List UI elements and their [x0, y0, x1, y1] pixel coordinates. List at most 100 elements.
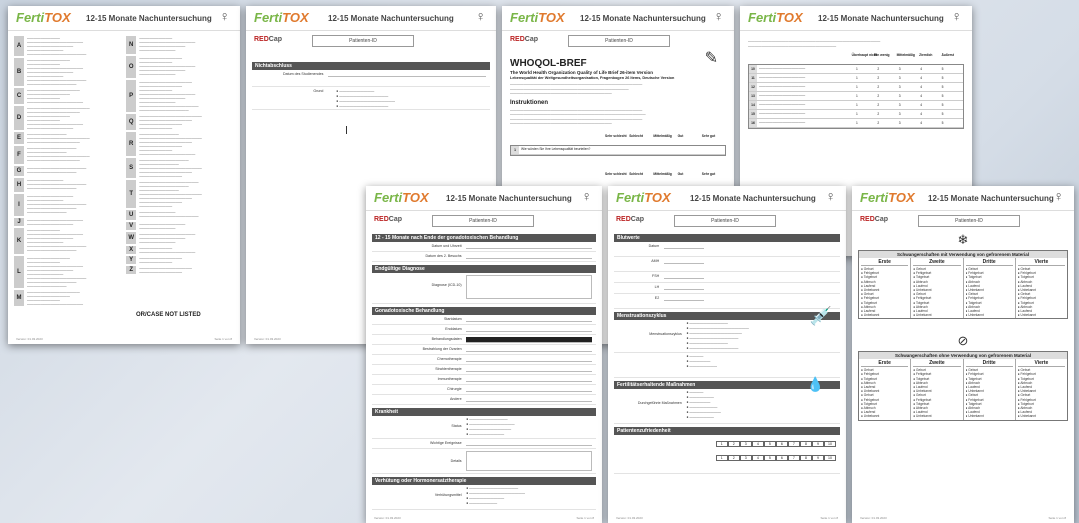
question-row[interactable]: 15 —————————————— 1 2 3 4 5 [749, 110, 963, 119]
pregnancy-option[interactable]: ● Unbekannt [913, 414, 960, 418]
code-description: ————————————————————————————————————————… [139, 80, 199, 112]
patient-id-field[interactable]: Patienten-ID [432, 215, 534, 227]
row-lh[interactable]: LH [614, 283, 840, 294]
pregnancy-option[interactable]: ● Unbekannt [1018, 313, 1065, 317]
scale-box[interactable]: 6 [775, 455, 788, 461]
row-details[interactable]: Details [372, 449, 596, 474]
pregnancy-columns: Erste ● Geburt ● Fehlgeburt ● Totgeburt ● Ab… [859, 258, 1067, 319]
scale-box[interactable]: 2 [727, 455, 740, 461]
rating-value: 5 [941, 121, 944, 125]
scale-label: Mittelmäßig [653, 171, 672, 176]
redcap-logo: REDCap [860, 216, 889, 223]
patient-id-field[interactable]: Patienten-ID [568, 35, 670, 47]
intro-paragraph: ——————————————————————————————————————— —… [748, 39, 881, 48]
rating-value: 2 [877, 103, 880, 107]
pregnancy-column: Zweite ● Geburt ● Fehlgeburt ● Totgeburt ● A… [911, 258, 964, 319]
row-diagnosis[interactable]: Diagnose (ICD-10) [372, 273, 596, 304]
case-not-listed: OR/CASE NOT LISTED [136, 312, 201, 318]
row-contraceptive[interactable]: Verhütungsmittel ● —————————————— ● —————… [372, 485, 596, 510]
venus-icon: ♀ [951, 8, 963, 24]
rating-value: 2 [877, 94, 880, 98]
code-letter: X [126, 246, 137, 254]
fertitox-logo: FertiTOX [510, 10, 565, 25]
scale-label: Sehr gut [701, 133, 716, 138]
row-measures[interactable]: Durchgeführte Maßnahmen ● ———— ● ——————— ●… [614, 389, 840, 424]
scale-label: Ziemlich [919, 53, 933, 57]
scale-box[interactable]: 3 [739, 455, 752, 461]
scale-box[interactable]: 7 [787, 441, 800, 447]
page-footer: Version: 01.03.2023Seite 1 von 8 [860, 516, 1066, 520]
scale-box[interactable]: 6 [775, 441, 788, 447]
question-row[interactable]: 13 —————————————— 1 2 3 4 5 [749, 92, 963, 101]
pregnancy-option[interactable]: ● Unbekannt [1018, 414, 1065, 418]
question-row[interactable]: 10 —————————————— 1 2 3 4 5 [749, 65, 963, 74]
scale-box[interactable]: 10 [823, 455, 836, 461]
pregnancy-column: Dritte ● Geburt ● Fehlgeburt ● Totgeburt ● A… [964, 258, 1016, 319]
row-amh[interactable]: AMH [614, 257, 840, 272]
scale-box[interactable]: 8 [799, 455, 812, 461]
code-letter: M [14, 290, 24, 306]
rating-value: 5 [941, 103, 944, 107]
redcap-bar: REDCap Patienten-ID [372, 215, 596, 228]
pregnancy-option[interactable]: ● Unbekannt [966, 414, 1013, 418]
row-end-date[interactable]: Enddatum [372, 325, 596, 335]
page-code-list: FertiTOX 12-15 Monate Nachuntersuchung ♀… [8, 6, 240, 344]
scale-box[interactable]: 3 [739, 441, 752, 447]
scale-box[interactable]: 9 [811, 455, 824, 461]
pregnancy-option[interactable]: ● Unbekannt [861, 414, 908, 418]
row-start-date[interactable]: Startdatum [372, 315, 596, 325]
scale-box[interactable]: 5 [763, 441, 776, 447]
row-e2[interactable]: E2 [614, 294, 840, 309]
row-chemo[interactable]: Chemotherapie [372, 355, 596, 365]
scale-box[interactable]: 1 [715, 455, 728, 461]
pregnancy-option[interactable]: ● Unbekannt [913, 313, 960, 317]
scale-box[interactable]: 4 [751, 441, 764, 447]
row-satisfaction[interactable]: 1 2 3 4 5 6 7 8 9 10 1 2 3 4 5 6 7 8 9 10 [614, 435, 840, 474]
code-description: ————————————————————————————————————————… [139, 56, 196, 76]
patient-id-field[interactable]: Patienten-ID [312, 35, 414, 47]
row-ovary-radiation[interactable]: Bestrahlung der Ovarien [372, 345, 596, 355]
row-cycle-days[interactable]: ● ———— ● —————— ● ———————— [614, 353, 840, 378]
scale-box[interactable]: 4 [751, 455, 764, 461]
question-row[interactable]: 14 —————————————— 1 2 3 4 5 [749, 101, 963, 110]
patient-id-field[interactable]: Patienten-ID [918, 215, 1020, 227]
row-radiation[interactable]: Strahlentherapie [372, 365, 596, 375]
code-column-left: A —————————— ————————————————— ————————————… [14, 36, 122, 338]
row-status[interactable]: Status ● ——————————— ● ————————————— ● ———… [372, 416, 596, 439]
row-immuno[interactable]: Immuntherapie [372, 375, 596, 385]
scale-box[interactable]: 7 [787, 455, 800, 461]
rating-value: 4 [920, 76, 923, 80]
row-date[interactable]: Datum [614, 242, 840, 257]
scale-label: Sehr schlecht [605, 133, 627, 138]
pregnancy-column: Zweite ● Geburt ● Fehlgeburt ● Totgeburt ● A… [911, 359, 964, 420]
rating-value: 5 [941, 76, 944, 80]
row-surgery[interactable]: Chirurgie [372, 385, 596, 395]
section-cycle: Menstruationszyklus [614, 312, 840, 320]
row-cycle[interactable]: Menstruationszyklus ● ——————————— ● —————… [614, 320, 840, 353]
page-title: 12-15 Monate Nachuntersuchung [690, 194, 816, 203]
pregnancy-option[interactable]: ● Unbekannt [861, 313, 908, 317]
scale-box[interactable]: 8 [799, 441, 812, 447]
row-visit-date[interactable]: Datum des 2. Besuchs [372, 252, 596, 262]
pregnancy-option[interactable]: ● Unbekannt [966, 313, 1013, 317]
code-letter: G [14, 166, 24, 176]
scale-box[interactable]: 10 [823, 441, 836, 447]
scale-box[interactable]: 2 [727, 441, 740, 447]
question-row[interactable]: 1 Wie würden Sie Ihre Lebensqualität beur… [511, 145, 725, 155]
row-fsh[interactable]: FSH [614, 272, 840, 283]
question-row[interactable]: 11 —————————————— 1 2 3 4 5 [749, 74, 963, 83]
scale-box[interactable]: 9 [811, 441, 824, 447]
row-treatment-data[interactable]: Behandlungsdaten [372, 335, 596, 345]
question-row[interactable]: 16 —————————————— 1 2 3 4 5 [749, 119, 963, 128]
patient-id-field[interactable]: Patienten-ID [674, 215, 776, 227]
scale-box[interactable]: 1 [715, 441, 728, 447]
scale-box[interactable]: 5 [763, 455, 776, 461]
question-row[interactable]: 12 —————————————— 1 2 3 4 5 [749, 83, 963, 92]
code-description: ————————————————————————————————————————… [27, 178, 87, 190]
row-events[interactable]: Wichtige Ereignisse [372, 439, 596, 449]
row-date-time[interactable]: Datum und Uhrzeit [372, 242, 596, 252]
rating-value: 2 [877, 67, 880, 71]
scale-label: Äußerst [941, 53, 954, 57]
row-other[interactable]: Andere [372, 395, 596, 405]
redcap-bar: REDCap Patienten-ID [508, 35, 728, 48]
